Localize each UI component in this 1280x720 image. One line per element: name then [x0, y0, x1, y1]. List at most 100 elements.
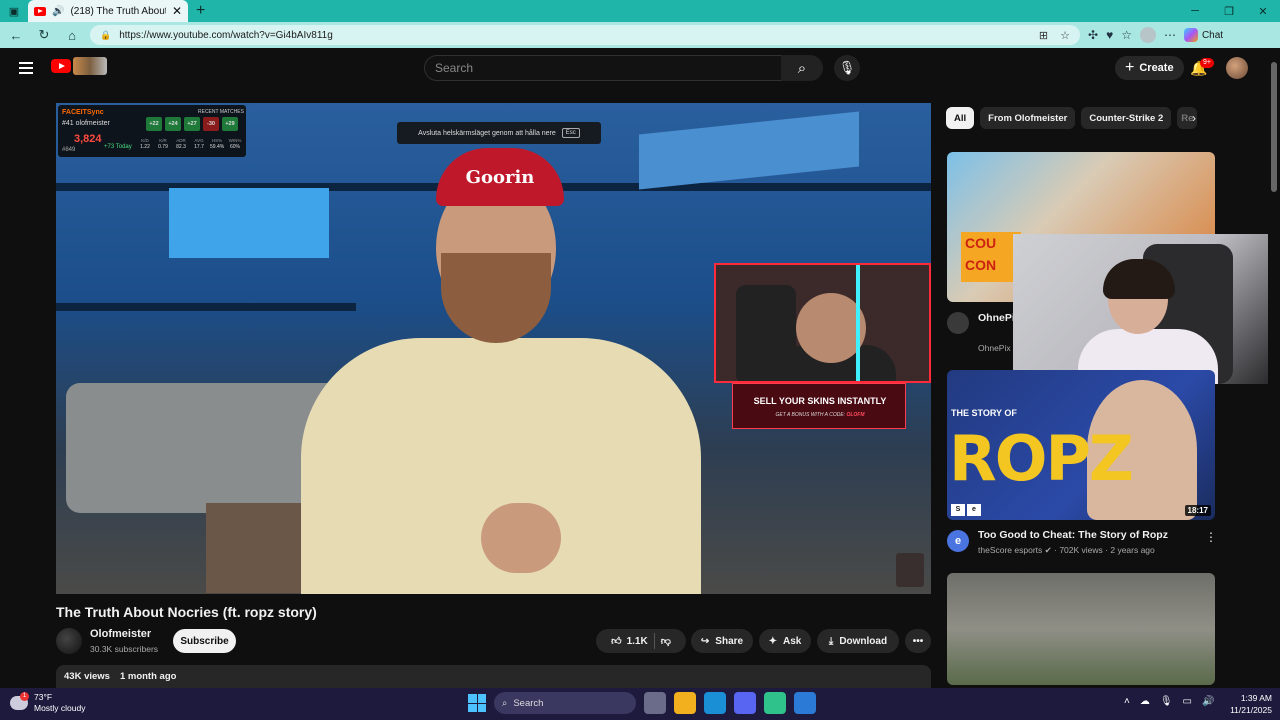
recommendation-title[interactable]: Too Good to Cheat: The Story of Ropz [978, 529, 1168, 541]
channel-name[interactable]: Olofmeister [90, 628, 151, 640]
task-view-icon[interactable] [644, 692, 666, 714]
faceit-stat: K/D 1.22 [140, 138, 150, 150]
browser-tab-active[interactable]: 🔊 (218) The Truth About Nocries (ft. rop… [28, 0, 188, 22]
volume-icon[interactable]: 🔊 [1202, 696, 1214, 707]
like-count: 1.1K [626, 635, 648, 647]
tab-title: (218) The Truth About Nocries (ft. ropz … [70, 5, 166, 17]
faceit-elo: 3,824 [74, 133, 102, 145]
weather-badge: 1 [20, 692, 29, 701]
channel-watermark[interactable] [896, 553, 924, 587]
video-player[interactable]: Goorin FACEITSync #41 olofmeister 3,824 … [56, 103, 931, 594]
minimize-icon[interactable]: ─ [1178, 0, 1212, 22]
chip-all[interactable]: All [946, 107, 975, 129]
weather-widget[interactable]: 1 73°F Mostly cloudy [10, 692, 86, 714]
home-icon[interactable]: ⌂ [62, 28, 82, 43]
windows-taskbar: 1 73°F Mostly cloudy ⌕ Search ˄ ☁ 🎙 ▭ 🔊 … [0, 688, 1280, 720]
chip-counter-strike-2[interactable]: Counter-Strike 2 [1081, 107, 1172, 129]
share-button[interactable]: ↪ Share [691, 629, 753, 653]
more-actions-button[interactable]: ••• [905, 629, 931, 653]
faceit-rank: #41 olofmeister [62, 120, 110, 127]
back-icon[interactable]: ← [6, 28, 26, 43]
recommendation-channel-avatar[interactable] [947, 312, 969, 334]
faceit-stat: ADR 82.3 [176, 138, 186, 150]
app-icon[interactable] [794, 692, 816, 714]
youtube-logo-icon[interactable] [51, 59, 71, 73]
picture-in-picture-overlay[interactable] [1013, 234, 1280, 384]
settings-menu-icon[interactable]: ⋯ [1164, 28, 1176, 42]
share-label: Share [715, 635, 744, 647]
verified-icon: ✔ [1044, 545, 1052, 555]
chat-label: Chat [1201, 29, 1224, 41]
view-count: 43K views [64, 671, 110, 682]
audio-playing-icon[interactable]: 🔊 [52, 6, 64, 17]
app-available-icon[interactable]: ⊞ [1039, 29, 1048, 42]
search-input[interactable]: Search [424, 55, 782, 81]
page-scrollbar[interactable] [1268, 48, 1280, 688]
recommendation-thumbnail[interactable] [947, 573, 1215, 685]
microphone-icon[interactable]: 🎙 [1160, 696, 1173, 707]
badge-icon: e [967, 504, 981, 516]
promo-headline: SELL YOUR SKINS INSTANTLY [753, 396, 887, 406]
browser-essentials-icon[interactable]: ♥ [1106, 28, 1113, 42]
profile-icon[interactable] [1139, 27, 1156, 43]
chevron-up-icon[interactable]: ˄ [1124, 696, 1130, 707]
faceit-stat: WIN% 60% [228, 138, 242, 150]
tab-actions-icon[interactable]: ▣ [0, 0, 28, 22]
favorite-star-icon[interactable]: ☆ [1060, 29, 1070, 42]
network-icon[interactable]: ▭ [1183, 696, 1192, 707]
video-shelf [56, 303, 356, 311]
chevron-right-icon[interactable]: › [1192, 111, 1196, 125]
file-explorer-icon[interactable] [674, 692, 696, 714]
clock-date: 11/21/2025 [1230, 705, 1272, 715]
voice-search-button[interactable]: 🎙 [834, 55, 860, 81]
faceit-recent-label: RECENT MATCHES [198, 109, 244, 115]
taskbar-apps: ⌕ Search [468, 692, 816, 714]
menu-hamburger-icon[interactable] [19, 62, 33, 74]
discord-icon[interactable] [734, 692, 756, 714]
download-button[interactable]: ⤓ Download [817, 629, 899, 653]
edge-browser-icon[interactable] [704, 692, 726, 714]
faceit-overlay: FACEITSync #41 olofmeister 3,824 +73 Tod… [58, 105, 246, 157]
close-window-icon[interactable]: ✕ [1246, 0, 1280, 22]
recommendation-title[interactable]: OhnePi Forgott [978, 312, 1014, 324]
video-title: The Truth About Nocries (ft. ropz story) [56, 604, 317, 620]
windows-start-icon[interactable] [468, 694, 486, 712]
recommendation-thumbnail[interactable]: THE STORY OF ROPZ Se 18:17 [947, 370, 1215, 520]
share-icon: ↪ [700, 635, 710, 647]
youtube-doodle-logo[interactable] [73, 57, 107, 75]
search-icon: ⌕ [502, 697, 508, 709]
like-button[interactable]: 👍︎ 1.1K [611, 635, 648, 648]
like-dislike-group: 👍︎ 1.1K 👎︎ [596, 629, 686, 653]
recommendation-channel-avatar[interactable]: e [947, 530, 969, 552]
faceit-match: +22 [146, 117, 162, 131]
dislike-button[interactable]: 👎︎ [661, 635, 671, 647]
copilot-chat-button[interactable]: Chat [1183, 28, 1224, 42]
faceit-matches: +22 +24 +27 -30 +29 [146, 117, 238, 131]
extensions-icon[interactable]: ✣ [1088, 28, 1098, 42]
refresh-icon[interactable]: ↻ [34, 27, 54, 43]
ask-button[interactable]: ✦ Ask [759, 629, 811, 653]
subscribe-button[interactable]: Subscribe [173, 629, 236, 653]
chip-from-channel[interactable]: From Olofmeister [980, 107, 1076, 129]
faceit-brand: FACEITSync [62, 109, 104, 116]
app-icon[interactable] [764, 692, 786, 714]
faceit-match: +24 [165, 117, 181, 131]
url-field[interactable]: 🔒 https://www.youtube.com/watch?v=Gi4bAI… [90, 25, 1080, 45]
account-avatar[interactable] [1226, 57, 1248, 79]
channel-avatar[interactable] [56, 628, 82, 654]
new-tab-icon[interactable]: + [196, 2, 205, 20]
onedrive-cloud-icon[interactable]: ☁ [1140, 696, 1150, 707]
system-clock[interactable]: 1:39 AM 11/21/2025 [1222, 692, 1272, 716]
restore-icon[interactable]: ❐ [1212, 0, 1246, 22]
scrollbar-thumb[interactable] [1271, 62, 1277, 192]
description-box[interactable]: 43K views 1 month ago [56, 665, 931, 689]
video-person-hands [481, 503, 561, 573]
address-bar-row: ← ↻ ⌂ 🔒 https://www.youtube.com/watch?v=… [0, 22, 1280, 48]
thumbs-up-icon: 👍︎ [611, 636, 622, 647]
search-button[interactable]: ⌕ [781, 55, 823, 81]
create-button[interactable]: + Create [1115, 56, 1184, 80]
more-vertical-icon[interactable]: ⋮ [1205, 530, 1217, 544]
taskbar-search[interactable]: ⌕ Search [494, 692, 636, 714]
close-tab-icon[interactable]: ✕ [172, 4, 182, 18]
favorites-icon[interactable]: ☆ [1121, 28, 1132, 42]
